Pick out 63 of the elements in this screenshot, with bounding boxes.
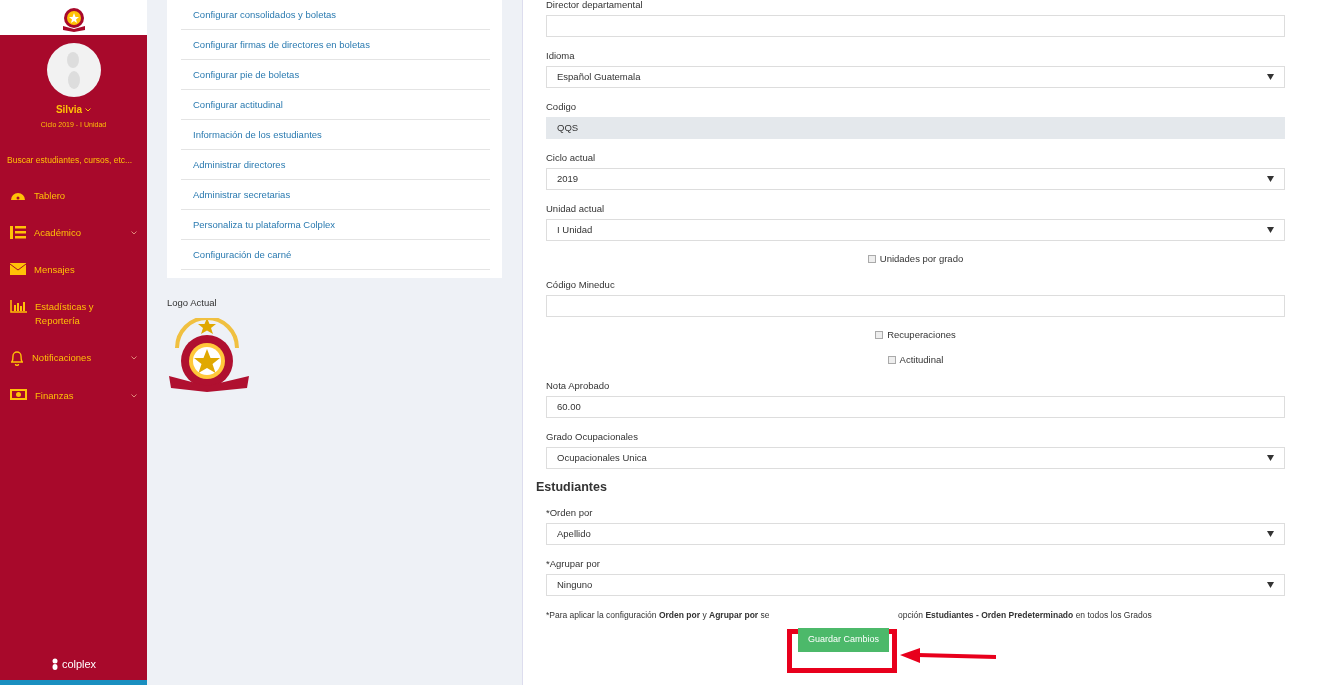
chevron-icon: [85, 107, 92, 112]
menu-item[interactable]: Finanzas: [35, 389, 123, 404]
checkbox[interactable]: [887, 356, 896, 364]
menu-item[interactable]: Estadísticas y Reportería: [35, 300, 137, 329]
section-heading: Estudiantes: [536, 480, 608, 494]
field-label: Idioma: [546, 49, 576, 62]
caret-icon: [1267, 74, 1274, 80]
field-label: Director departamental: [546, 0, 644, 11]
menu-item[interactable]: Mensajes: [34, 263, 137, 278]
avatar-icon: [46, 43, 101, 97]
caret-icon: [1267, 176, 1274, 182]
settings-link[interactable]: Configurar pie de boletas: [181, 60, 490, 90]
settings-link[interactable]: Administrar secretarias: [181, 180, 490, 210]
bar-chart-icon: [10, 300, 27, 314]
field-label: Grado Ocupacionales: [546, 430, 639, 443]
list-icon: [10, 226, 26, 240]
input-field[interactable]: 60.00: [546, 396, 1285, 418]
settings-link[interactable]: Configurar firmas de directores en boletas: [181, 30, 490, 60]
readonly-field: QQS: [546, 117, 1285, 139]
caret-icon: [1267, 531, 1274, 537]
user-name[interactable]: Silvia: [55, 102, 83, 117]
footnote-text: *Para aplicar la configuración Orden por y Agrupar por se: [546, 610, 771, 621]
field-label: *Orden por: [546, 506, 594, 519]
field-label: Código Mineduc: [546, 278, 616, 291]
input-field[interactable]: [546, 295, 1285, 317]
school-emblem-icon: [167, 318, 251, 393]
banknote-icon: [10, 389, 27, 401]
settings-link[interactable]: Configuración de carné: [181, 240, 490, 270]
caret-icon: [1267, 455, 1274, 461]
select-field[interactable]: Ninguno: [546, 574, 1285, 596]
checkbox-label: Unidades por grado: [879, 251, 964, 266]
field-label: Unidad actual: [546, 202, 606, 215]
checkbox-label: Actitudinal: [899, 352, 944, 367]
search-field[interactable]: Buscar estudiantes, cursos, etc...: [0, 153, 147, 167]
field-label: Nota Aprobado: [546, 379, 611, 392]
checkbox-label: Recuperaciones: [887, 327, 956, 342]
select-field[interactable]: I Unidad: [546, 219, 1285, 241]
field-label: Ciclo actual: [546, 151, 597, 164]
bell-icon: [10, 351, 24, 367]
field-label: *Agrupar por: [546, 557, 601, 570]
menu-item[interactable]: Notificaciones: [32, 351, 123, 366]
select-field[interactable]: Apellido: [546, 523, 1285, 545]
colplex-logo-icon: [50, 657, 59, 670]
footnote-text: opción Estudiantes - Orden Predeterminado en todos los Grados: [898, 610, 1152, 621]
checkbox[interactable]: [867, 255, 876, 263]
settings-link[interactable]: Configurar consolidados y boletas: [181, 0, 490, 30]
caret-icon: [1267, 227, 1274, 233]
brand-name: colplex: [61, 656, 97, 672]
select-field[interactable]: Español Guatemala: [546, 66, 1285, 88]
envelope-icon: [10, 263, 26, 276]
settings-link[interactable]: Configurar actitudinal: [181, 90, 490, 120]
select-field[interactable]: Ocupacionales Unica: [546, 447, 1285, 469]
settings-link[interactable]: Personaliza tu plataforma Colplex: [181, 210, 490, 240]
checkbox[interactable]: [875, 331, 884, 339]
field-label: Codigo: [546, 100, 578, 113]
menu-item[interactable]: Tablero: [34, 189, 137, 204]
input-field[interactable]: [546, 15, 1285, 37]
logo-label: Logo Actual: [167, 296, 218, 310]
caret-icon: [1267, 582, 1274, 588]
select-field[interactable]: 2019: [546, 168, 1285, 190]
settings-link[interactable]: Administrar directores: [181, 150, 490, 180]
settings-link[interactable]: Información de los estudiantes: [181, 120, 490, 150]
menu-item[interactable]: Académico: [34, 226, 123, 241]
